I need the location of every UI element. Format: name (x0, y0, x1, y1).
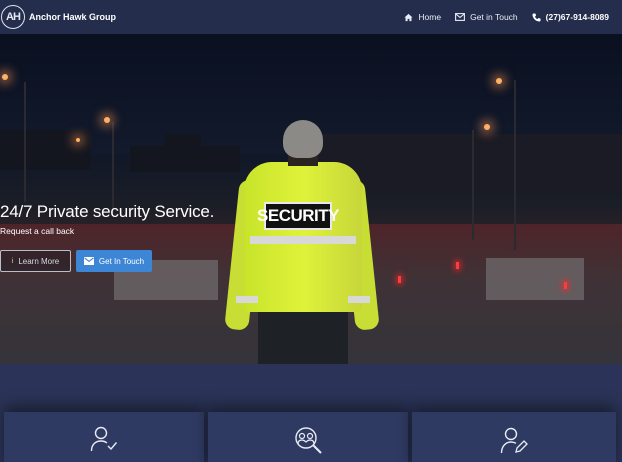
phone-icon (532, 12, 541, 22)
nav-link-label: Get in Touch (470, 12, 518, 22)
brand-logo: AH (1, 5, 25, 29)
services-section (0, 364, 622, 462)
user-check-icon (90, 426, 118, 452)
people-search-icon (295, 427, 322, 454)
info-icon: i (11, 257, 14, 265)
hero-title: 24/7 Private security Service. (0, 202, 215, 221)
service-card[interactable] (412, 412, 616, 462)
envelope-icon (83, 257, 94, 265)
nav-link-phone[interactable]: (27)67-914-8089 (532, 12, 609, 22)
nav-link-home[interactable]: Home (404, 12, 441, 22)
envelope-icon (455, 13, 466, 21)
service-card[interactable] (208, 412, 408, 462)
home-icon (404, 13, 413, 21)
hero-section: SECURITY 24/7 Private security Service. … (0, 34, 622, 364)
nav-link-label: (27)67-914-8089 (545, 12, 609, 22)
security-patch: SECURITY (257, 202, 339, 230)
get-in-touch-label: Get In Touch (98, 256, 145, 266)
learn-more-button[interactable]: i Learn More (0, 250, 71, 272)
hero-subtitle: Request a call back (0, 226, 75, 236)
nav-link-label: Home (418, 12, 442, 22)
get-in-touch-button[interactable]: Get In Touch (76, 250, 152, 272)
learn-more-label: Learn More (18, 256, 60, 266)
top-navbar: AH Anchor Hawk Group Home Get in Touch (… (0, 0, 622, 34)
nav-link-get-in-touch[interactable]: Get in Touch (455, 12, 518, 22)
guard-cap (283, 120, 323, 158)
security-guard-figure: SECURITY (224, 120, 380, 364)
user-edit-icon (500, 427, 528, 454)
service-card[interactable] (4, 412, 204, 462)
nav-links: Home Get in Touch (27)67-914-8089 (390, 0, 609, 34)
brand-link[interactable]: AH Anchor Hawk Group (0, 5, 116, 29)
brand-name: Anchor Hawk Group (29, 12, 117, 22)
